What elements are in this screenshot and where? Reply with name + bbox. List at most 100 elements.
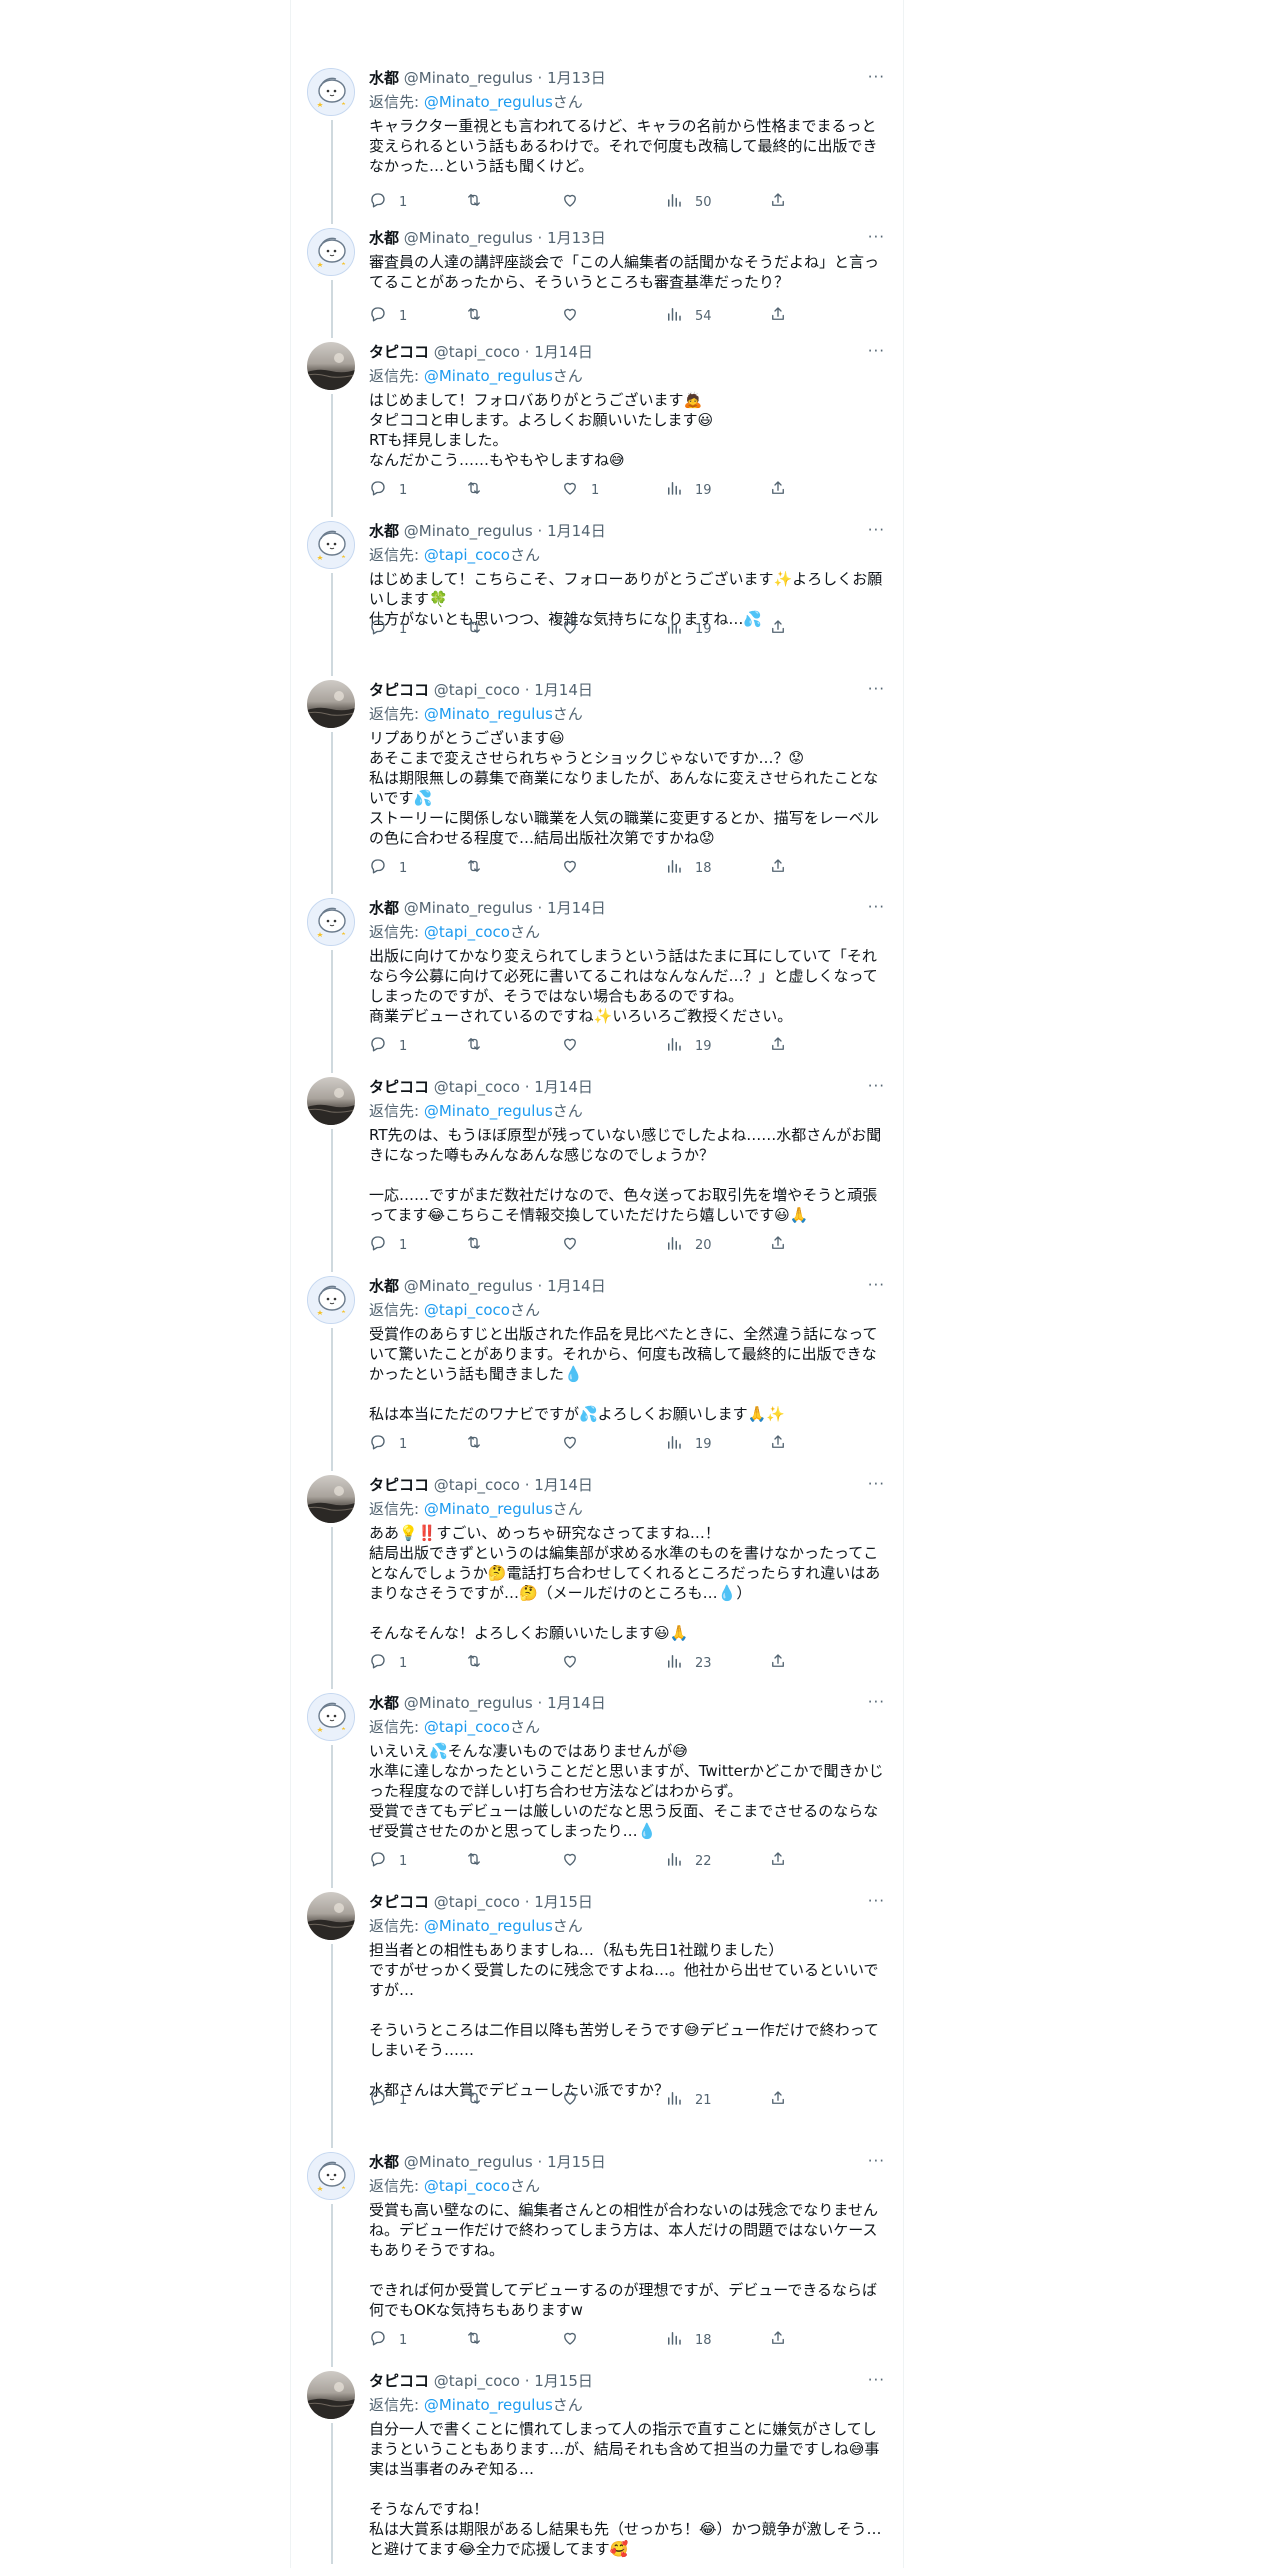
like-button[interactable] (561, 858, 591, 878)
retweet-button[interactable] (465, 1653, 495, 1673)
tweet-date[interactable]: 1月14日 (534, 343, 593, 361)
share-button[interactable] (769, 2090, 787, 2110)
avatar[interactable] (307, 1693, 355, 1741)
views-button[interactable]: 54 (665, 306, 712, 326)
avatar[interactable] (307, 680, 355, 728)
display-name[interactable]: 水都 (369, 899, 399, 917)
reply-button[interactable]: 1 (369, 192, 407, 212)
like-button[interactable] (561, 1653, 591, 1673)
more-options-icon[interactable]: ··· (868, 680, 885, 698)
replying-to-handle[interactable]: @Minato_regulus (424, 1917, 553, 1935)
user-handle[interactable]: @Minato_regulus (404, 899, 533, 917)
replying-to-handle[interactable]: @Minato_regulus (424, 705, 553, 723)
avatar[interactable] (307, 2371, 355, 2419)
avatar[interactable] (307, 68, 355, 116)
display-name[interactable]: 水都 (369, 522, 399, 540)
avatar[interactable] (307, 228, 355, 276)
views-button[interactable]: 23 (665, 1653, 712, 1673)
like-button[interactable] (561, 192, 591, 212)
retweet-button[interactable] (465, 192, 495, 212)
retweet-button[interactable] (465, 858, 495, 878)
retweet-button[interactable] (465, 619, 495, 639)
retweet-button[interactable] (465, 1235, 495, 1255)
more-options-icon[interactable]: ··· (868, 68, 885, 86)
like-button[interactable] (561, 619, 591, 639)
display-name[interactable]: 水都 (369, 1694, 399, 1712)
avatar[interactable] (307, 521, 355, 569)
user-handle[interactable]: @Minato_regulus (404, 522, 533, 540)
display-name[interactable]: タピココ (369, 1078, 429, 1096)
replying-to-handle[interactable]: @tapi_coco (424, 1301, 510, 1319)
share-button[interactable] (769, 1653, 787, 1673)
like-button[interactable]: 1 (561, 480, 599, 500)
more-options-icon[interactable]: ··· (868, 2371, 885, 2389)
retweet-button[interactable] (465, 1434, 495, 1454)
share-button[interactable] (769, 480, 787, 500)
avatar[interactable] (307, 1892, 355, 1940)
views-button[interactable]: 19 (665, 619, 712, 639)
display-name[interactable]: 水都 (369, 2153, 399, 2171)
user-handle[interactable]: @tapi_coco (434, 681, 520, 699)
more-options-icon[interactable]: ··· (868, 1276, 885, 1294)
more-options-icon[interactable]: ··· (868, 521, 885, 539)
replying-to-handle[interactable]: @Minato_regulus (424, 1500, 553, 1518)
reply-button[interactable]: 1 (369, 2090, 407, 2110)
more-options-icon[interactable]: ··· (868, 898, 885, 916)
user-handle[interactable]: @tapi_coco (434, 1476, 520, 1494)
views-button[interactable]: 50 (665, 192, 712, 212)
user-handle[interactable]: @Minato_regulus (404, 69, 533, 87)
tweet-date[interactable]: 1月14日 (547, 522, 606, 540)
tweet-date[interactable]: 1月13日 (547, 69, 606, 87)
reply-button[interactable]: 1 (369, 619, 407, 639)
tweet-date[interactable]: 1月14日 (534, 1078, 593, 1096)
display-name[interactable]: 水都 (369, 229, 399, 247)
avatar[interactable] (307, 2152, 355, 2200)
like-button[interactable] (561, 2090, 591, 2110)
tweet-date[interactable]: 1月14日 (534, 1476, 593, 1494)
display-name[interactable]: 水都 (369, 69, 399, 87)
retweet-button[interactable] (465, 2090, 495, 2110)
more-options-icon[interactable]: ··· (868, 1077, 885, 1095)
views-button[interactable]: 19 (665, 1434, 712, 1454)
views-button[interactable]: 20 (665, 1235, 712, 1255)
share-button[interactable] (769, 192, 787, 212)
replying-to-handle[interactable]: @tapi_coco (424, 546, 510, 564)
avatar[interactable] (307, 1475, 355, 1523)
reply-button[interactable]: 1 (369, 1434, 407, 1454)
more-options-icon[interactable]: ··· (868, 342, 885, 360)
tweet-date[interactable]: 1月15日 (534, 2372, 593, 2390)
share-button[interactable] (769, 1036, 787, 1056)
display-name[interactable]: タピココ (369, 681, 429, 699)
views-button[interactable]: 22 (665, 1851, 712, 1871)
tweet-date[interactable]: 1月15日 (547, 2153, 606, 2171)
avatar[interactable] (307, 898, 355, 946)
avatar[interactable] (307, 1276, 355, 1324)
more-options-icon[interactable]: ··· (868, 2152, 885, 2170)
retweet-button[interactable] (465, 2330, 495, 2350)
reply-button[interactable]: 1 (369, 1653, 407, 1673)
retweet-button[interactable] (465, 480, 495, 500)
user-handle[interactable]: @tapi_coco (434, 1893, 520, 1911)
user-handle[interactable]: @tapi_coco (434, 343, 520, 361)
reply-button[interactable]: 1 (369, 1235, 407, 1255)
tweet-date[interactable]: 1月14日 (547, 1694, 606, 1712)
replying-to-handle[interactable]: @tapi_coco (424, 923, 510, 941)
like-button[interactable] (561, 306, 591, 326)
reply-button[interactable]: 1 (369, 306, 407, 326)
user-handle[interactable]: @tapi_coco (434, 2372, 520, 2390)
like-button[interactable] (561, 1851, 591, 1871)
replying-to-handle[interactable]: @tapi_coco (424, 2177, 510, 2195)
avatar[interactable] (307, 342, 355, 390)
more-options-icon[interactable]: ··· (868, 1693, 885, 1711)
share-button[interactable] (769, 619, 787, 639)
views-button[interactable]: 19 (665, 480, 712, 500)
views-button[interactable]: 18 (665, 858, 712, 878)
retweet-button[interactable] (465, 306, 495, 326)
retweet-button[interactable] (465, 1036, 495, 1056)
replying-to-handle[interactable]: @Minato_regulus (424, 367, 553, 385)
views-button[interactable]: 21 (665, 2090, 712, 2110)
views-button[interactable]: 18 (665, 2330, 712, 2350)
tweet-date[interactable]: 1月14日 (534, 681, 593, 699)
user-handle[interactable]: @Minato_regulus (404, 229, 533, 247)
like-button[interactable] (561, 1434, 591, 1454)
